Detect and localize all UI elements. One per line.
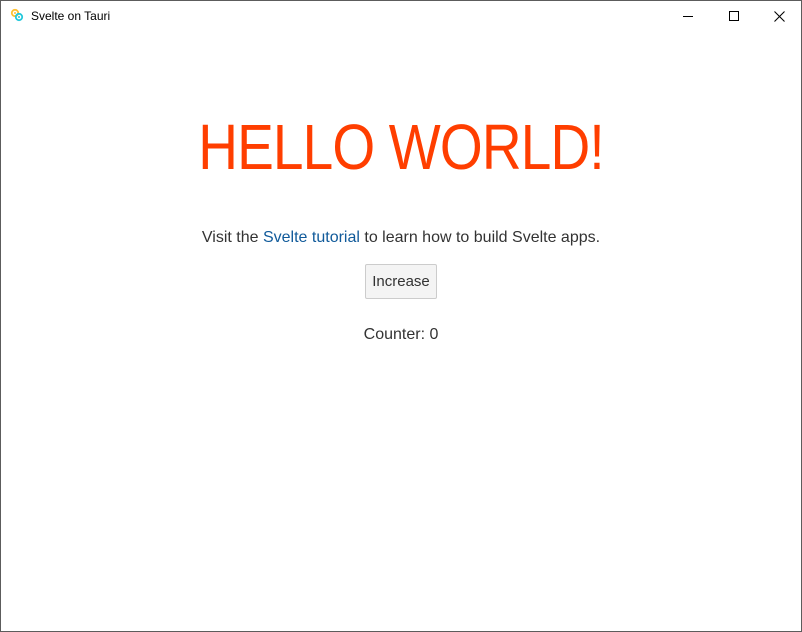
svelte-tutorial-link[interactable]: Svelte tutorial <box>263 229 360 246</box>
maximize-icon <box>729 11 739 21</box>
visit-suffix-text: to learn how to build Svelte apps. <box>359 229 601 246</box>
maximize-button[interactable] <box>711 1 757 31</box>
visit-paragraph: Visit the Svelte tutorial to learn how t… <box>1 228 801 248</box>
counter-text: Counter: 0 <box>1 325 801 345</box>
close-icon <box>773 10 785 22</box>
minimize-icon <box>683 16 693 17</box>
tauri-app-icon <box>10 8 24 22</box>
counter-value: 0 <box>429 326 439 343</box>
app-window: Svelte on Tauri HELLO WORLD! Visit the S… <box>0 0 802 632</box>
visit-prefix-text: Visit the <box>201 229 263 246</box>
increase-button[interactable]: Increase <box>365 264 437 299</box>
minimize-button[interactable] <box>665 1 711 31</box>
hello-heading: HELLO WORLD! <box>198 111 604 183</box>
main-content: HELLO WORLD! Visit the Svelte tutorial t… <box>1 31 801 631</box>
close-button[interactable] <box>756 1 801 31</box>
window-title: Svelte on Tauri <box>31 9 111 23</box>
title-bar[interactable]: Svelte on Tauri <box>1 1 801 31</box>
counter-label: Counter: <box>363 326 430 343</box>
